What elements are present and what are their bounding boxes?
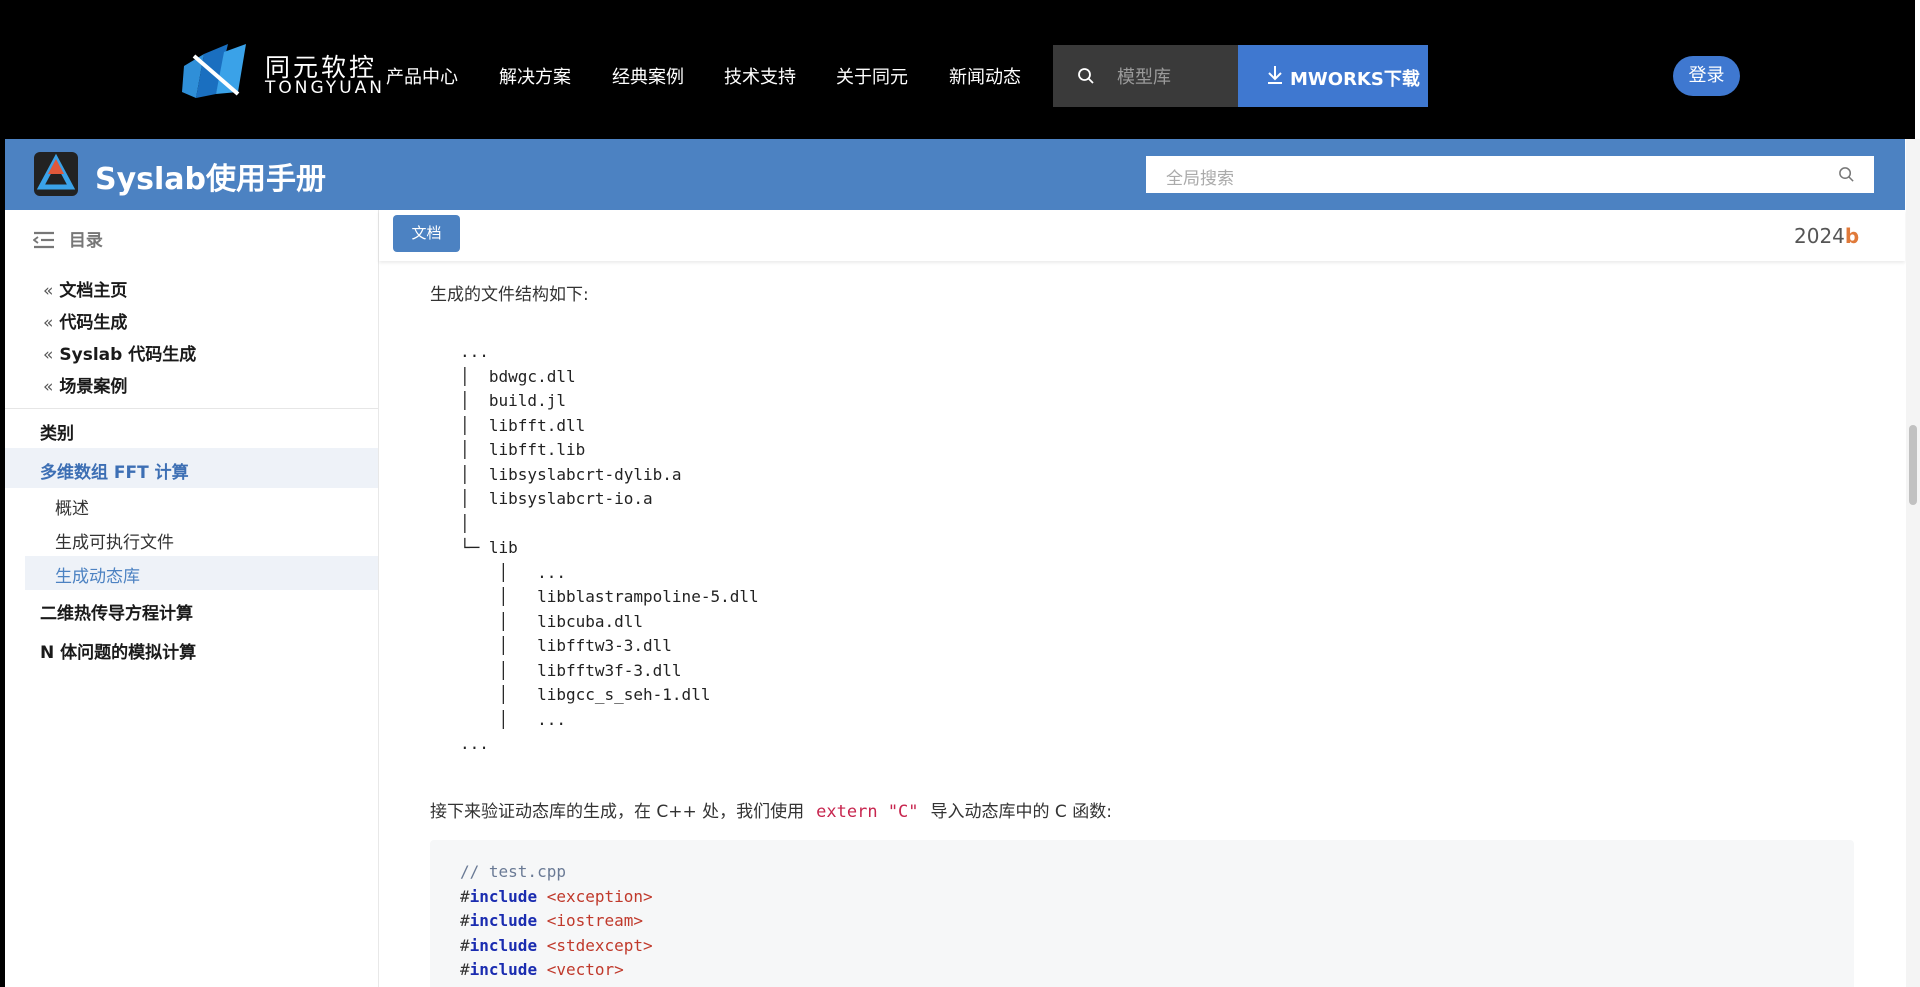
toc-label: 目录 [68,231,103,251]
code-line: #include <stdexcept> [460,934,653,959]
app-header: Syslab使用手册 全局搜索 [5,139,1905,210]
sidebar-section-fft[interactable]: 多维数组 FFT 计算 [40,458,189,483]
code-header: <stdexcept> [546,935,653,955]
verify-text-before: 接下来验证动态库的生成，在 C++ 处，我们使用 [430,802,805,822]
tongyuan-logo-icon [182,44,246,98]
nav-products[interactable]: 产品中心 [386,63,458,89]
double-chevron-left-icon: « [43,345,54,365]
code-header: <iostream> [546,911,644,930]
verify-text-after: 导入动态库中的 C 函数: [930,802,1112,822]
search-icon[interactable] [1838,166,1855,183]
syslab-logo[interactable] [34,152,78,196]
global-search-input[interactable]: 全局搜索 [1146,156,1874,193]
sidebar-section-nbody[interactable]: N 体问题的模拟计算 [40,638,196,663]
code-hash: # [460,960,470,979]
code-line: #include <iostream> [460,909,653,934]
code-block: // test.cpp #include <exception> #include … [430,840,1854,987]
page-title: Syslab使用手册 [95,162,327,197]
code-hash: # [460,911,470,930]
nav-news[interactable]: 新闻动态 [949,63,1021,89]
global-search-placeholder: 全局搜索 [1166,169,1234,189]
sidebar-link-syslab-codegen[interactable]: «Syslab 代码生成 [43,340,196,365]
version-suffix: b [1844,224,1860,248]
code-lines: // test.cpp #include <exception> #include … [460,860,653,983]
sidebar-link-codegen[interactable]: «代码生成 [43,308,127,333]
code-keyword: include [469,911,538,930]
sidebar-link-doc-home[interactable]: «文档主页 [43,276,127,301]
intro-paragraph: 生成的文件结构如下: [430,285,589,305]
doc-button[interactable]: 文档 [393,215,460,252]
sidebar-section-heat[interactable]: 二维热传导方程计算 [40,599,193,624]
mworks-download-button[interactable]: MWORKS下载 [1238,45,1428,107]
code-header: <exception> [546,886,653,906]
nav-cases[interactable]: 经典案例 [612,63,684,89]
code-comment: // test.cpp [460,862,566,881]
model-library-search[interactable]: 模型库 [1053,45,1238,107]
sidebar: 目录 «文档主页 «代码生成 «Syslab 代码生成 «场景案例 类别 多维数… [5,210,379,987]
search-icon [1078,68,1094,84]
scrollbar-thumb[interactable] [1909,425,1917,505]
main-content: 生成的文件结构如下: ... │ bdwgc.dll │ build.jl │ … [379,261,1905,987]
nav-support[interactable]: 技术支持 [724,63,796,89]
tongyuan-logo[interactable]: 同元软控 TONGYUAN [180,44,382,100]
code-keyword: include [469,886,538,906]
scrollbar-track[interactable] [1906,139,1920,987]
nav-about[interactable]: 关于同元 [836,63,908,89]
sidebar-link-label: 文档主页 [59,281,128,301]
download-icon [1268,66,1282,84]
nav-solutions[interactable]: 解决方案 [499,63,571,89]
code-hash: # [460,886,470,906]
document-toolbar: 文档 2024b [379,210,1905,261]
sidebar-divider [5,408,378,409]
inline-code: extern "C" [816,802,919,822]
sidebar-link-label: 场景案例 [59,377,128,397]
file-tree: ... │ bdwgc.dll │ build.jl │ libfft.dll … [460,342,759,753]
verify-paragraph: 接下来验证动态库的生成，在 C++ 处，我们使用 extern "C" 导入动态库中… [430,797,1112,822]
sidebar-link-label: 代码生成 [59,313,128,333]
toc-header[interactable]: 目录 [32,226,103,251]
code-hash: # [460,935,470,955]
double-chevron-left-icon: « [43,281,54,301]
logo-subtext: TONGYUAN [265,78,385,98]
menu-collapse-icon [32,231,54,249]
code-header: <vector> [546,960,624,979]
sidebar-link-label: Syslab 代码生成 [59,345,197,365]
top-navigation: 同元软控 TONGYUAN 产品中心 解决方案 经典案例 技术支持 关于同元 新… [5,0,1915,139]
version-year: 2024 [1794,224,1845,248]
sidebar-item-dynamic-lib[interactable]: 生成动态库 [55,562,140,587]
search-placeholder: 模型库 [1117,67,1171,88]
sidebar-item-overview[interactable]: 概述 [55,494,89,519]
code-line: #include <vector> [460,958,653,983]
category-label: 类别 [40,424,74,444]
code-keyword: include [469,960,538,979]
syslab-logo-icon [36,153,76,190]
sidebar-link-scenarios[interactable]: «场景案例 [43,372,127,397]
code-line: #include <exception> [460,885,653,910]
double-chevron-left-icon: « [43,313,54,333]
double-chevron-left-icon: « [43,377,54,397]
download-label: MWORKS下载 [1290,69,1420,90]
sidebar-item-executable[interactable]: 生成可执行文件 [55,528,174,553]
version-selector[interactable]: 2024b [1794,224,1859,248]
login-button[interactable]: 登录 [1673,56,1740,96]
code-keyword: include [469,935,538,955]
